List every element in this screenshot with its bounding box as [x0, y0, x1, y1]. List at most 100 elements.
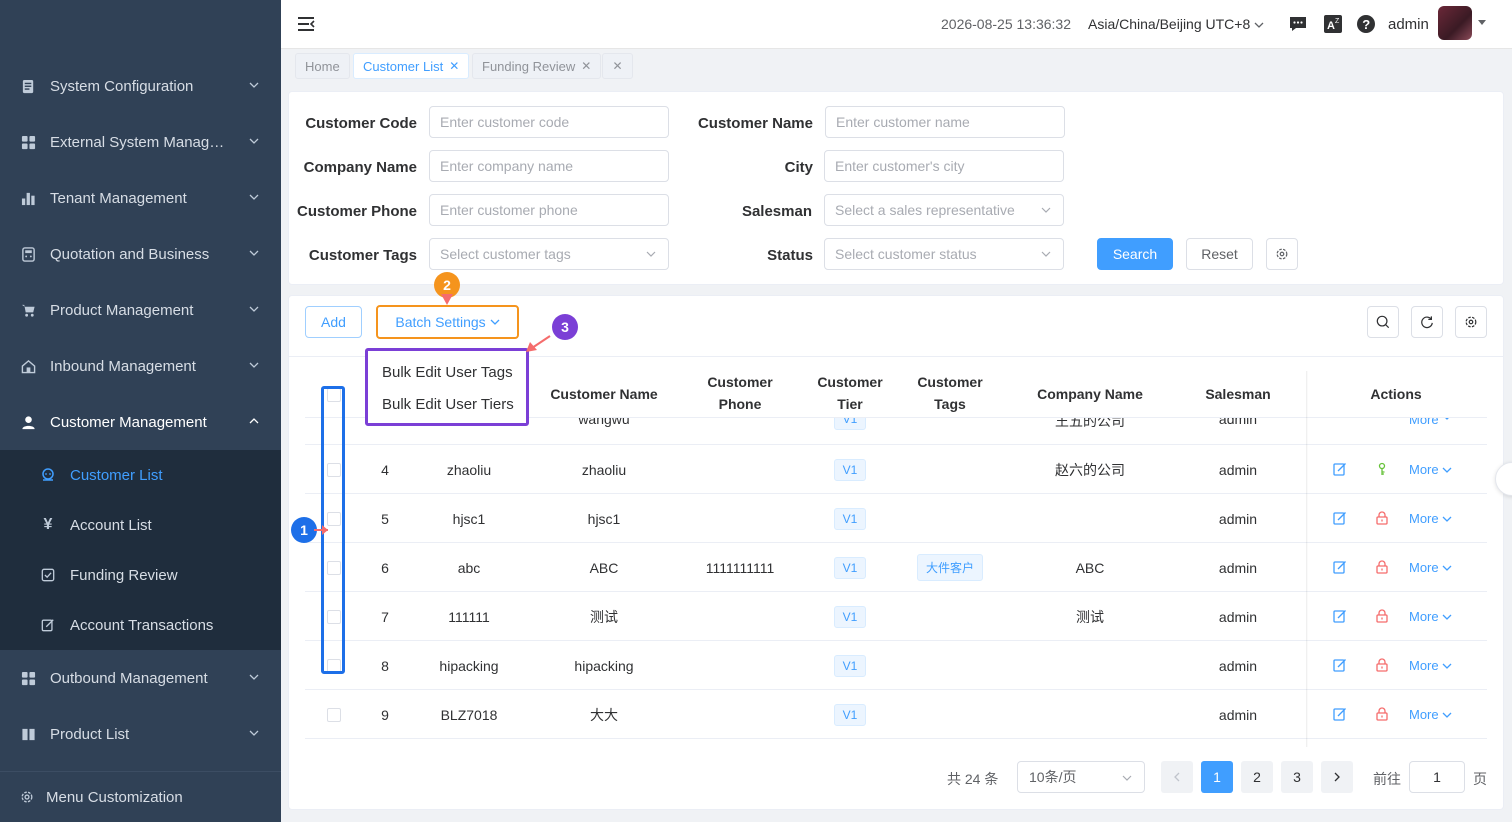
menu-collapse-icon[interactable]: [297, 15, 315, 33]
close-icon[interactable]: ✕: [581, 59, 591, 73]
more-actions-dropdown[interactable]: More: [1409, 641, 1452, 690]
caret-down-icon[interactable]: [1478, 20, 1486, 25]
page-1-button[interactable]: 1: [1201, 761, 1233, 793]
more-label: More: [1409, 609, 1439, 624]
sidebar-item-tenant-management[interactable]: Tenant Management: [0, 170, 281, 226]
close-all-tabs-button[interactable]: ✕: [602, 53, 633, 79]
header-salesman: Salesman: [1205, 386, 1271, 402]
unlock-icon[interactable]: [1375, 462, 1389, 476]
tab-home[interactable]: Home: [295, 53, 350, 79]
avatar[interactable]: [1438, 6, 1472, 40]
page-size-select[interactable]: 10条/页: [1017, 761, 1145, 793]
message-icon[interactable]: [1288, 14, 1308, 34]
goto-page-input[interactable]: [1409, 761, 1465, 793]
city-input[interactable]: [824, 150, 1064, 182]
edit-icon[interactable]: [1333, 462, 1347, 476]
search-button[interactable]: Search: [1097, 238, 1173, 270]
page-unit-label: 页: [1473, 771, 1487, 787]
header-company-name: Company Name: [1037, 386, 1143, 402]
close-icon[interactable]: ✕: [449, 59, 459, 73]
batch-settings-button[interactable]: Batch Settings: [376, 305, 519, 339]
table-row: 9 BLZ7018 大大 V1 admin More: [305, 690, 1487, 739]
edit-icon[interactable]: [1333, 658, 1347, 672]
page-3-button[interactable]: 3: [1281, 761, 1313, 793]
table-row: 7 111111 测试 V1 测试 admin More: [305, 592, 1487, 641]
annotation-arrow-1: [314, 525, 328, 535]
book-icon: [20, 726, 36, 742]
edit-icon[interactable]: [1333, 707, 1347, 721]
cell-salesman: admin: [1218, 657, 1258, 674]
cell-customer-phone: [690, 494, 790, 543]
timezone-selector[interactable]: Asia/China/Beijing UTC+8: [1088, 16, 1264, 32]
sidebar-subitem-account-list[interactable]: ¥ Account List: [0, 500, 281, 550]
status-select[interactable]: Select customer status: [824, 238, 1064, 270]
cell-customer-phone: [690, 592, 790, 641]
customer-name-input[interactable]: [825, 106, 1065, 138]
sidebar-item-product-list[interactable]: Product List: [0, 706, 281, 762]
more-actions-dropdown[interactable]: More: [1409, 690, 1452, 739]
more-actions-dropdown[interactable]: More: [1409, 543, 1452, 592]
chevron-right-icon: [1334, 772, 1340, 782]
sidebar-item-system-configuration[interactable]: System Configuration: [0, 58, 281, 114]
salesman-select[interactable]: Select a sales representative: [824, 194, 1064, 226]
customer-tag-badge: 大件客户: [916, 554, 983, 581]
edit-icon[interactable]: [1333, 511, 1347, 525]
svg-text:?: ?: [1362, 17, 1370, 32]
sidebar-item-external-system[interactable]: External System Manage...: [0, 114, 281, 170]
bulk-edit-user-tags[interactable]: Bulk Edit User Tags: [382, 364, 513, 381]
more-actions-dropdown[interactable]: More: [1409, 494, 1452, 543]
cell-salesman: admin: [1218, 559, 1258, 576]
bulk-edit-user-tiers[interactable]: Bulk Edit User Tiers: [382, 396, 514, 413]
sidebar-subitem-account-transactions[interactable]: Account Transactions: [0, 600, 281, 650]
lock-icon[interactable]: [1375, 707, 1389, 721]
chevron-down-icon: [1254, 22, 1264, 29]
table-search-button[interactable]: [1367, 306, 1399, 338]
lock-icon[interactable]: [1375, 560, 1389, 574]
more-actions-dropdown[interactable]: More: [1409, 592, 1452, 641]
sidebar-item-customer-management[interactable]: Customer Management: [0, 394, 281, 450]
filter-settings-button[interactable]: [1266, 238, 1298, 270]
sidebar-item-product-management[interactable]: Product Management: [0, 282, 281, 338]
table-row: 5 hjsc1 hjsc1 V1 admin More: [305, 494, 1487, 543]
customer-phone-input[interactable]: [429, 194, 669, 226]
cell-customer-phone: [690, 690, 790, 739]
translate-icon[interactable]: AZ: [1323, 14, 1343, 34]
sidebar-item-inbound-management[interactable]: Inbound Management: [0, 338, 281, 394]
table-refresh-button[interactable]: [1411, 306, 1443, 338]
cell-index: 5: [381, 510, 389, 527]
cell-customer-code: zhaoliu: [446, 461, 492, 478]
edit-icon[interactable]: [1333, 609, 1347, 623]
table-settings-button[interactable]: [1455, 306, 1487, 338]
sidebar-subitem-customer-list[interactable]: Customer List: [0, 450, 281, 500]
sidebar-subitem-funding-review[interactable]: Funding Review: [0, 550, 281, 600]
sidebar-item-outbound-management[interactable]: Outbound Management: [0, 650, 281, 706]
sidebar-item-label: Inbound Management: [50, 357, 196, 375]
customer-tags-select[interactable]: Select customer tags: [429, 238, 669, 270]
city-label: City: [784, 159, 813, 176]
customer-code-input[interactable]: [429, 106, 669, 138]
chevron-down-icon: [249, 306, 259, 312]
sidebar-item-quotation[interactable]: Quotation and Business: [0, 226, 281, 282]
lock-icon[interactable]: [1375, 609, 1389, 623]
help-icon[interactable]: ?: [1356, 14, 1376, 34]
header-username[interactable]: admin: [1388, 16, 1429, 33]
tab-funding-review[interactable]: Funding Review ✕: [472, 53, 602, 79]
tab-customer-list[interactable]: Customer List ✕: [353, 53, 470, 79]
menu-customization[interactable]: Menu Customization: [0, 771, 281, 822]
customer-phone-label: Customer Phone: [296, 203, 417, 220]
edit-icon[interactable]: [1333, 560, 1347, 574]
lock-icon[interactable]: [1375, 658, 1389, 672]
next-page-button[interactable]: [1321, 761, 1353, 793]
table-row: 6 abc ABC 1111111111 V1 大件客户 ABC admin More: [305, 543, 1487, 592]
prev-page-button[interactable]: [1161, 761, 1193, 793]
row-checkbox[interactable]: [327, 708, 341, 722]
add-button[interactable]: Add: [305, 306, 362, 338]
lock-icon[interactable]: [1375, 511, 1389, 525]
reset-button[interactable]: Reset: [1186, 238, 1253, 270]
more-label: More: [1409, 462, 1439, 477]
sidebar-item-label: Product Management: [50, 301, 194, 319]
company-name-input[interactable]: [429, 150, 669, 182]
more-actions-dropdown[interactable]: More: [1409, 445, 1452, 494]
user-icon: [20, 414, 36, 430]
page-2-button[interactable]: 2: [1241, 761, 1273, 793]
